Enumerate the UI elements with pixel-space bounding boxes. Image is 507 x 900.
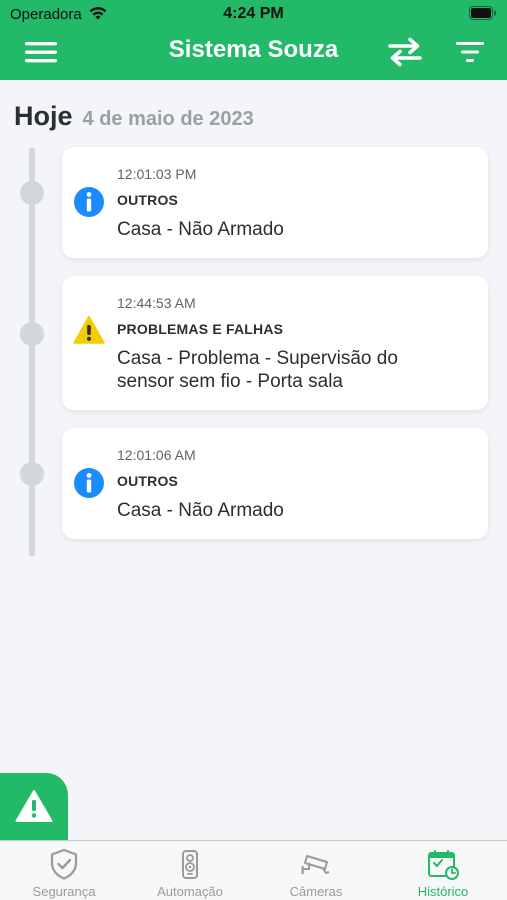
calendar-history-icon xyxy=(427,848,459,880)
shield-check-icon xyxy=(48,848,80,880)
tab-automacao[interactable]: Automação xyxy=(127,841,253,900)
event-category: OUTROS xyxy=(117,473,179,489)
timeline-dot xyxy=(20,462,44,486)
timeline-dot xyxy=(20,181,44,205)
bottom-tab-bar: Segurança Automação Câmeras Histórico xyxy=(0,840,507,900)
date-group-date: 4 de maio de 2023 xyxy=(82,108,254,130)
security-camera-icon xyxy=(300,848,332,880)
date-group-heading: Hoje 4 de maio de 2023 xyxy=(14,101,254,132)
event-time: 12:44:53 AM xyxy=(117,295,196,311)
event-category: PROBLEMAS E FALHAS xyxy=(117,321,284,337)
filter-icon[interactable] xyxy=(454,38,486,66)
event-card[interactable]: 12:01:03 PM OUTROS Casa - Não Armado xyxy=(62,147,488,258)
tab-label: Automação xyxy=(157,884,223,899)
event-time: 12:01:03 PM xyxy=(117,166,197,182)
remote-control-icon xyxy=(174,848,206,880)
event-card[interactable]: 12:44:53 AM PROBLEMAS E FALHAS Casa - Pr… xyxy=(62,276,488,410)
tab-label: Segurança xyxy=(32,884,96,899)
alert-button[interactable] xyxy=(0,773,68,840)
app-header: Operadora 4:24 PM Sistema Souza xyxy=(0,0,507,80)
warning-icon xyxy=(15,790,53,822)
app-title: Sistema Souza xyxy=(168,36,339,63)
event-description: Casa - Não Armado xyxy=(117,500,284,521)
timeline-line xyxy=(29,148,35,556)
info-icon xyxy=(73,467,105,499)
event-card[interactable]: 12:01:06 AM OUTROS Casa - Não Armado xyxy=(62,428,488,539)
info-icon xyxy=(73,186,105,218)
tab-seguranca[interactable]: Segurança xyxy=(1,841,127,900)
clock: 4:24 PM xyxy=(223,5,284,22)
event-category: OUTROS xyxy=(117,192,179,208)
battery-icon xyxy=(469,6,497,25)
tab-historico[interactable]: Histórico xyxy=(380,841,506,900)
event-description: Casa - Problema - Supervisão do sensor s… xyxy=(117,348,398,392)
status-bar: Operadora 4:24 PM xyxy=(0,0,507,28)
tab-cameras[interactable]: Câmeras xyxy=(253,841,379,900)
event-time: 12:01:06 AM xyxy=(117,447,196,463)
tab-label: Câmeras xyxy=(289,884,343,899)
warning-icon xyxy=(73,314,105,346)
timeline-dot xyxy=(20,322,44,346)
swap-arrows-icon[interactable] xyxy=(386,36,424,68)
date-group-label: Hoje xyxy=(14,101,73,131)
event-description: Casa - Não Armado xyxy=(117,219,284,240)
tab-label: Histórico xyxy=(417,884,469,899)
